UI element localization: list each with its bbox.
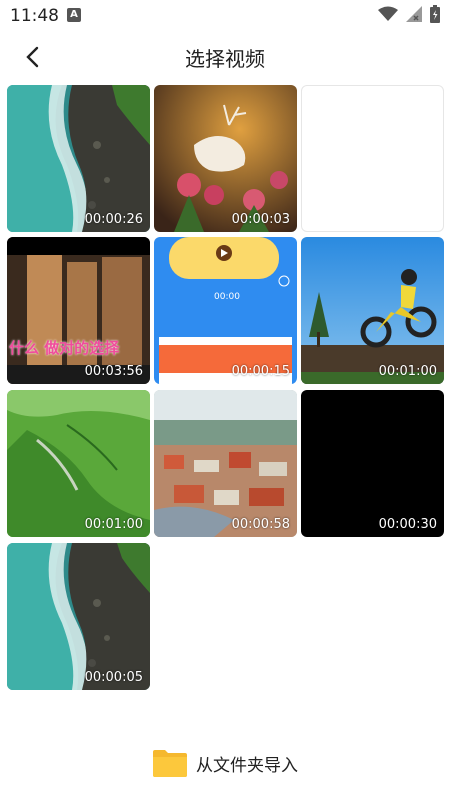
battery-icon xyxy=(430,5,440,23)
video-tile-1[interactable]: 00:00:26 xyxy=(7,85,150,232)
video-duration: 00:00:26 xyxy=(84,212,143,227)
video-tile-6[interactable]: 00:01:00 xyxy=(301,237,444,384)
folder-icon xyxy=(153,750,187,777)
status-time: 11:48 xyxy=(10,6,59,26)
video-tile-9[interactable]: 00:00:30 xyxy=(301,390,444,537)
video-tile-2[interactable]: 00:00:03 xyxy=(154,85,297,232)
app-timer-text: 00:00 xyxy=(214,292,240,302)
a-icon: A xyxy=(67,8,81,22)
video-thumbnail xyxy=(7,543,150,690)
import-from-folder-button[interactable]: 从文件夹导入 xyxy=(0,745,450,781)
video-duration: 00:01:00 xyxy=(84,517,143,532)
app-bar: 选择视频 xyxy=(0,32,450,82)
video-tile-5[interactable]: 00:00 00:00:15 xyxy=(154,237,297,384)
signal-icon xyxy=(406,6,422,22)
video-thumbnail xyxy=(7,390,150,537)
page-title: 选择视频 xyxy=(185,47,265,71)
video-thumbnail xyxy=(301,237,444,384)
status-icons xyxy=(378,5,440,23)
video-thumbnail xyxy=(7,85,150,232)
video-duration: 00:01:00 xyxy=(378,364,437,379)
video-tile-8[interactable]: 00:00:58 xyxy=(154,390,297,537)
video-tile-4[interactable]: 什么 做对的选择 00:03:56 xyxy=(7,237,150,384)
video-duration: 00:00:05 xyxy=(84,670,143,685)
import-label: 从文件夹导入 xyxy=(196,755,298,776)
video-thumbnail xyxy=(154,237,297,384)
video-thumbnail xyxy=(7,237,150,384)
video-tile-10[interactable]: 00:00:05 xyxy=(7,543,150,690)
video-duration: 00:00:58 xyxy=(231,517,290,532)
video-tile-3[interactable] xyxy=(301,85,444,232)
video-duration: 00:00:30 xyxy=(378,517,437,532)
video-duration: 00:00:03 xyxy=(231,212,290,227)
video-thumbnail xyxy=(154,85,297,232)
video-tile-7[interactable]: 00:01:00 xyxy=(7,390,150,537)
video-thumbnail xyxy=(154,390,297,537)
wifi-icon xyxy=(378,6,398,21)
status-bar: 11:48 A xyxy=(0,0,450,32)
video-duration: 00:00:15 xyxy=(231,364,290,379)
video-duration: 00:03:56 xyxy=(84,364,143,379)
karaoke-lyric: 什么 做对的选择 xyxy=(9,339,120,357)
